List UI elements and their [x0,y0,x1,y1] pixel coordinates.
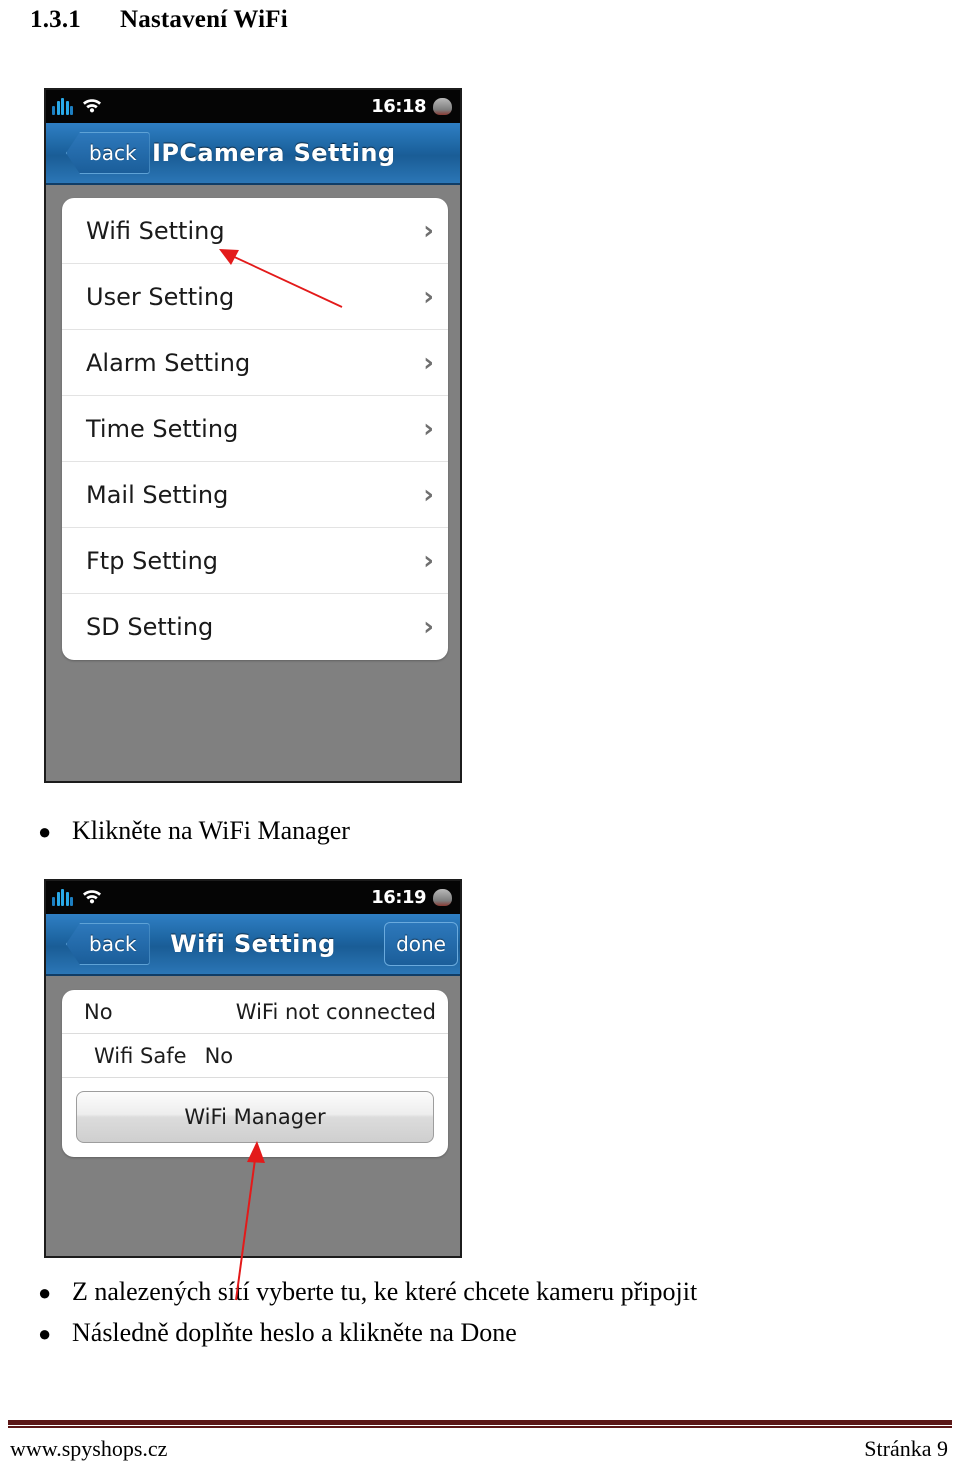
wifi-manager-button[interactable]: WiFi Manager [76,1091,434,1143]
list-item-label: Wifi Setting [86,216,225,245]
bullet-text: Klikněte na WiFi Manager [72,816,350,845]
list-item-user-setting[interactable]: User Setting › [62,264,448,330]
bullet-item: ● Následně doplňte heslo a klikněte na D… [38,1318,517,1348]
bullet-item: ● Z nalezených sítí vyberte tu, ke které… [38,1277,697,1307]
wifi-status-value: WiFi not connected [235,999,436,1024]
wifi-settings-card: No WiFi not connected Wifi Safe No WiFi … [62,990,448,1157]
back-button-label: back [89,141,137,165]
bullet-marker-icon: ● [38,819,52,844]
chevron-right-icon: › [423,612,434,642]
heading-title: Nastavení WiFi [120,6,288,33]
status-bar-time: 16:19 [371,887,426,908]
back-button[interactable]: back [66,132,150,174]
wifi-manager-button-label: WiFi Manager [184,1105,326,1129]
nav-bar: back IPCamera Setting [46,123,460,185]
screenshot-ipcamera-setting: 16:18 back IPCamera Setting Wifi Setting… [44,88,462,783]
list-item-wifi-setting[interactable]: Wifi Setting › [62,198,448,264]
status-bar: 16:18 [46,90,460,123]
heading-number: 1.3.1 [30,6,81,33]
list-item-ftp-setting[interactable]: Ftp Setting › [62,528,448,594]
footer-divider [8,1420,952,1428]
signal-bars-icon [52,98,73,115]
chevron-right-icon: › [423,347,434,378]
battery-icon [433,889,452,906]
list-item-alarm-setting[interactable]: Alarm Setting › [62,330,448,396]
footer-website: www.spyshops.cz [10,1436,168,1461]
wifi-icon [81,96,103,117]
wifi-status-row[interactable]: No WiFi not connected [62,990,448,1034]
signal-bars-icon [52,889,73,906]
wifi-icon [81,887,103,908]
list-item-mail-setting[interactable]: Mail Setting › [62,462,448,528]
bullet-text: Následně doplňte heslo a klikněte na Don… [72,1318,517,1347]
done-button[interactable]: done [384,922,458,966]
bullet-item: ● Klikněte na WiFi Manager [38,816,350,846]
list-item-label: Time Setting [86,414,239,443]
wifi-safe-row[interactable]: Wifi Safe No [62,1034,448,1078]
screenshot-wifi-setting: 16:19 back Wifi Setting done No WiFi not… [44,879,462,1258]
wifi-safe-value: No [204,1043,234,1068]
nav-bar: back Wifi Setting done [46,914,460,976]
chevron-right-icon: › [423,545,434,576]
bullet-text: Z nalezených sítí vyberte tu, ke které c… [72,1277,698,1306]
list-item-sd-setting[interactable]: SD Setting › [62,594,448,660]
status-bar-time: 16:18 [371,96,426,117]
chevron-right-icon: › [423,479,434,510]
list-item-label: Ftp Setting [86,546,219,575]
list-item-time-setting[interactable]: Time Setting › [62,396,448,462]
list-item-label: SD Setting [86,613,214,641]
footer-page-number: Stránka 9 [864,1436,948,1461]
bullet-marker-icon: ● [38,1280,52,1305]
done-button-label: done [396,932,446,956]
list-item-label: Mail Setting [86,480,229,509]
list-item-label: User Setting [86,282,235,311]
settings-list: Wifi Setting › User Setting › Alarm Sett… [62,198,448,660]
chevron-right-icon: › [423,215,434,246]
status-bar: 16:19 [46,881,460,914]
page-title: 1.3.1 Nastavení WiFi [30,6,288,34]
chevron-right-icon: › [423,413,434,444]
wifi-status-key: No [84,999,113,1024]
back-button-label: back [89,932,137,956]
battery-icon [433,98,452,115]
wifi-safe-key: Wifi Safe [94,1043,187,1068]
chevron-right-icon: › [423,281,434,312]
bullet-marker-icon: ● [38,1321,52,1346]
back-button[interactable]: back [66,923,150,965]
list-item-label: Alarm Setting [86,348,251,377]
